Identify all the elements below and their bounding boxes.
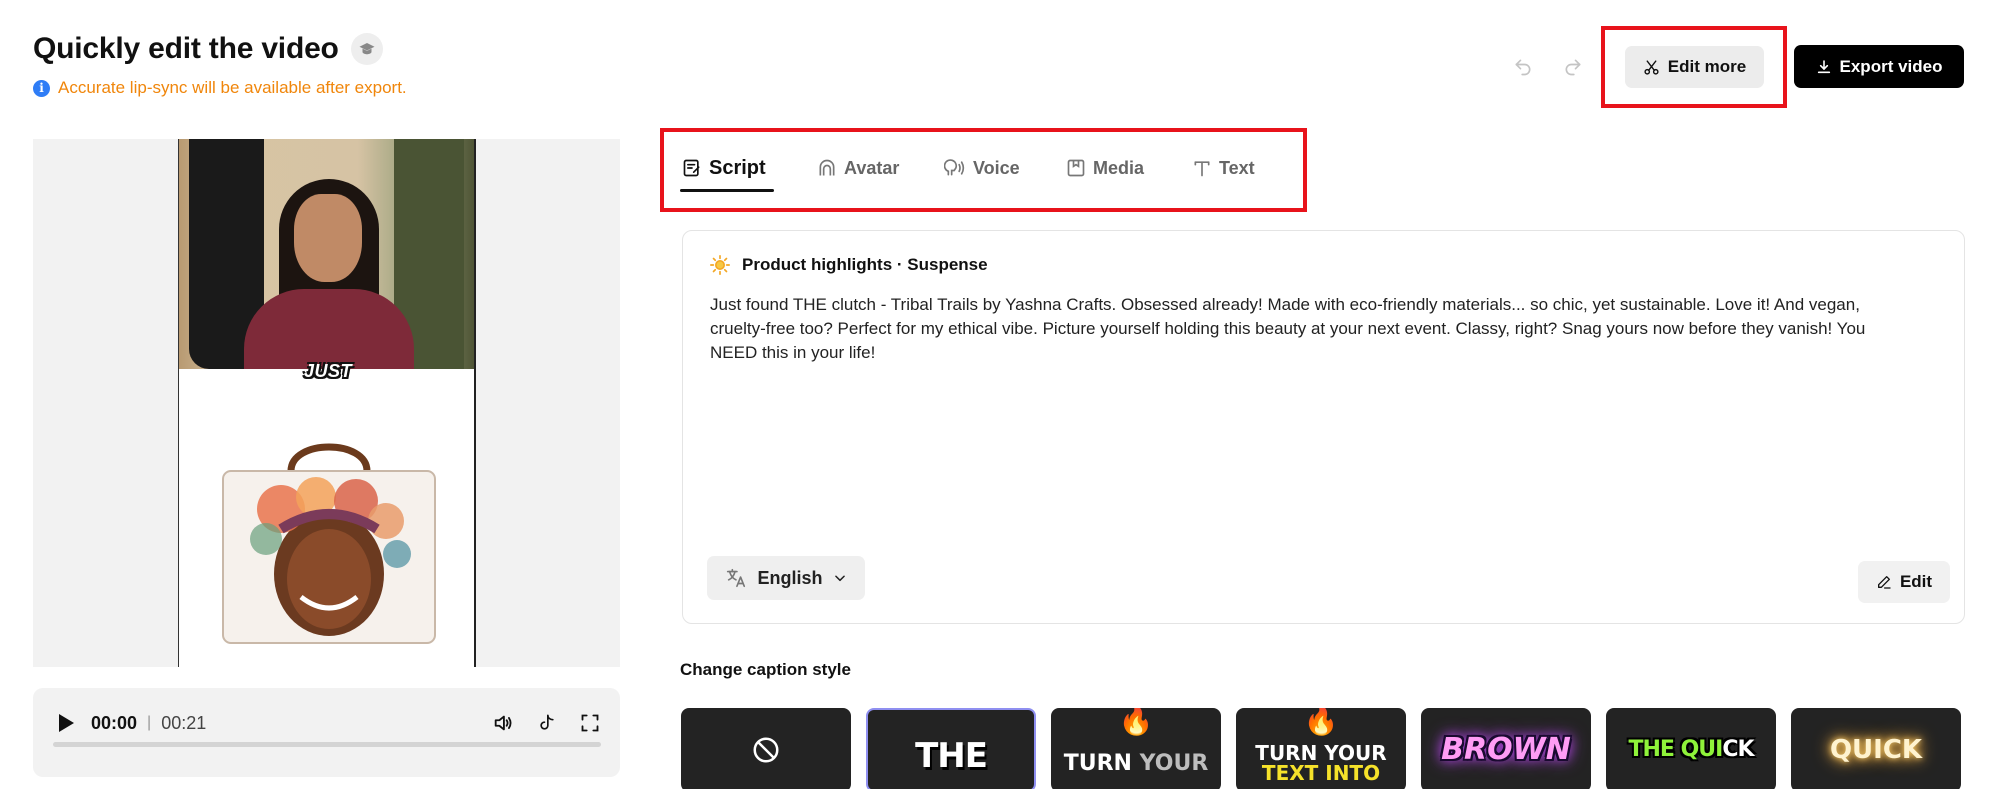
lip-sync-notice: i Accurate lip-sync will be available af… (33, 78, 407, 98)
script-text[interactable]: Just found THE clutch - Tribal Trails by… (710, 293, 1900, 365)
time-display: 00:00 | 00:21 (91, 708, 206, 738)
tab-avatar[interactable]: Avatar (817, 150, 899, 186)
avatar-face (294, 194, 362, 282)
language-label: English (757, 567, 823, 588)
play-icon (59, 714, 74, 732)
avatar-icon (819, 159, 835, 176)
graduation-cap-icon[interactable] (350, 33, 383, 65)
tab-text-label: Text (1219, 157, 1255, 178)
script-header: Product highlights · Suspense (710, 255, 988, 275)
caption-style-the-quick-white: CK (1722, 737, 1754, 762)
download-icon (1817, 59, 1830, 73)
export-video-label: Export video (1839, 56, 1943, 76)
tab-media[interactable]: Media (1066, 150, 1144, 186)
language-select[interactable]: English (707, 556, 865, 600)
text-icon (1194, 161, 1210, 177)
script-icon (683, 159, 700, 177)
caption-style-the[interactable]: THE (866, 708, 1036, 789)
time-separator: | (147, 714, 152, 731)
avatar-scene (179, 139, 474, 369)
redo-icon (1565, 59, 1581, 76)
volume-button[interactable] (488, 708, 518, 738)
tab-voice-label: Voice (973, 157, 1020, 178)
media-icon (1067, 159, 1085, 177)
export-video-button[interactable]: Export video (1794, 45, 1964, 88)
fullscreen-icon (581, 714, 599, 732)
sun-icon (710, 255, 730, 275)
caption-style-line1: TURN YOUR (1255, 741, 1387, 765)
tab-voice[interactable]: Voice (944, 150, 1020, 186)
pencil-icon (1877, 576, 1891, 589)
no-caption-icon (753, 737, 779, 763)
caption-style-title: Change caption style (680, 660, 851, 679)
current-time: 00:00 (91, 712, 138, 733)
progress-bar[interactable] (53, 742, 601, 747)
tab-text[interactable]: Text (1192, 150, 1255, 186)
caption-style-brown[interactable]: BROWN (1421, 708, 1591, 789)
caption-style-your-text: YOUR (1139, 751, 1209, 776)
tab-script[interactable]: Script (682, 150, 766, 186)
caption-style-brown-text: BROWN (1441, 732, 1571, 767)
tiktok-icon (540, 714, 554, 730)
play-button[interactable] (51, 708, 81, 738)
edit-more-label: Edit more (1667, 57, 1747, 76)
caption-style-quick[interactable]: QUICK (1791, 708, 1961, 789)
edit-label: Edit (1899, 572, 1933, 591)
product-clutch-image (222, 443, 436, 644)
redo-button[interactable] (1558, 52, 1588, 82)
voice-icon (944, 159, 965, 176)
video-frame[interactable]: JUST (178, 139, 476, 667)
translate-icon (727, 568, 746, 588)
caption-style-turn-text: TURN (1063, 751, 1132, 776)
caption-style-the-quick[interactable]: THE QUICK (1606, 708, 1776, 789)
title-row: Quickly edit the video (33, 32, 383, 66)
fire-icon: 🔥 (1303, 708, 1339, 736)
edit-script-button[interactable]: Edit (1858, 561, 1950, 603)
notice-text: Accurate lip-sync will be available afte… (58, 78, 407, 97)
caption-overlay-text: JUST (303, 361, 352, 381)
page-title: Quickly edit the video (33, 32, 339, 65)
undo-icon (1515, 59, 1531, 76)
caption-style-the-quick-green: THE QUI (1628, 737, 1723, 762)
caption-style-the-text: THE (915, 736, 988, 776)
script-card: Product highlights · Suspense Just found… (682, 230, 1965, 624)
tiktok-preview-button[interactable] (532, 708, 562, 738)
caption-style-line2: TEXT INTO (1261, 761, 1381, 785)
caption-style-turn-your-text-into[interactable]: 🔥 TURN YOUR TEXT INTO (1236, 708, 1406, 789)
script-title: Product highlights · Suspense (742, 255, 988, 274)
undo-button[interactable] (1508, 52, 1538, 82)
active-tab-indicator (680, 189, 774, 192)
caption-style-turn-your[interactable]: 🔥 TURN YOUR (1051, 708, 1221, 789)
tab-media-label: Media (1093, 157, 1145, 178)
info-icon: i (33, 79, 50, 97)
caption-style-none[interactable] (681, 708, 851, 789)
tab-script-label: Script (709, 156, 766, 179)
volume-icon (494, 715, 512, 731)
fire-icon: 🔥 (1118, 708, 1154, 736)
scissors-icon (1644, 59, 1659, 75)
chevron-down-icon (834, 575, 845, 582)
tab-avatar-label: Avatar (844, 157, 900, 178)
fullscreen-button[interactable] (575, 708, 605, 738)
total-time: 00:21 (161, 712, 207, 733)
edit-more-button[interactable]: Edit more (1625, 46, 1764, 88)
caption-style-quick-text: QUICK (1829, 735, 1923, 765)
video-player-controls: 00:00 | 00:21 (33, 688, 620, 777)
